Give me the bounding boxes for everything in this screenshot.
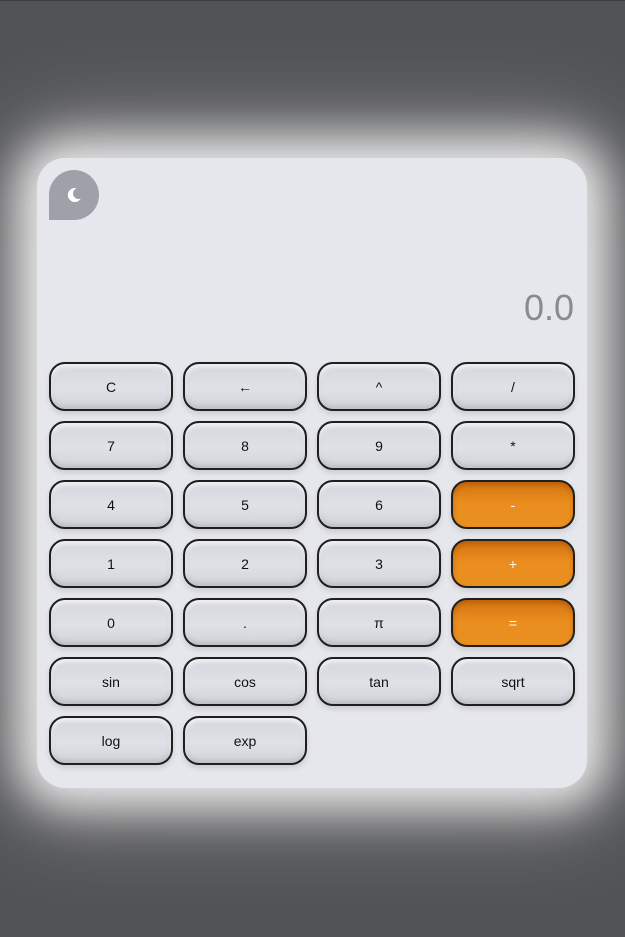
key-label: C — [105, 378, 117, 395]
key-label: - — [510, 496, 516, 513]
key-label: 6 — [375, 496, 383, 513]
sqrt-button[interactable]: sqrt — [451, 657, 575, 706]
digit-8-button[interactable]: 8 — [183, 421, 307, 470]
power-button[interactable]: ^ — [317, 362, 441, 411]
keypad: C ← ^ / 7 8 9 * 4 5 6 - 1 2 3 + 0 . π = … — [49, 362, 575, 765]
key-label: 5 — [241, 496, 249, 513]
result-display: 0.0 — [523, 287, 574, 328]
digit-9-button[interactable]: 9 — [317, 421, 441, 470]
digit-3-button[interactable]: 3 — [317, 539, 441, 588]
key-label: . — [243, 614, 247, 631]
key-label: tan — [369, 673, 389, 690]
digit-2-button[interactable]: 2 — [183, 539, 307, 588]
sin-button[interactable]: sin — [49, 657, 173, 706]
key-label: π — [374, 614, 384, 631]
clear-button[interactable]: C — [49, 362, 173, 411]
key-label: 1 — [107, 555, 115, 572]
log-button[interactable]: log — [49, 716, 173, 765]
moon-icon — [67, 187, 81, 202]
exp-button[interactable]: exp — [183, 716, 307, 765]
add-button[interactable]: + — [451, 539, 575, 588]
key-label: + — [508, 555, 518, 572]
key-label: 3 — [375, 555, 383, 572]
equals-button[interactable]: = — [451, 598, 575, 647]
key-label: sin — [102, 673, 120, 690]
pi-button[interactable]: π — [317, 598, 441, 647]
key-label: / — [511, 378, 515, 395]
key-label: 0 — [107, 614, 115, 631]
multiply-button[interactable]: * — [451, 421, 575, 470]
key-label: 9 — [375, 437, 383, 454]
key-label: cos — [234, 673, 256, 690]
digit-7-button[interactable]: 7 — [49, 421, 173, 470]
key-label: = — [508, 614, 518, 631]
decimal-point-button[interactable]: . — [183, 598, 307, 647]
window-top-border — [0, 0, 625, 1]
key-label: * — [510, 437, 516, 454]
subtract-button[interactable]: - — [451, 480, 575, 529]
tan-button[interactable]: tan — [317, 657, 441, 706]
key-label: ← — [238, 378, 252, 395]
backspace-button[interactable]: ← — [183, 362, 307, 411]
theme-toggle-button[interactable] — [49, 170, 99, 220]
divide-button[interactable]: / — [451, 362, 575, 411]
digit-1-button[interactable]: 1 — [49, 539, 173, 588]
digit-6-button[interactable]: 6 — [317, 480, 441, 529]
digit-0-button[interactable]: 0 — [49, 598, 173, 647]
key-label: 7 — [107, 437, 115, 454]
key-label: exp — [233, 732, 257, 749]
key-label: 8 — [241, 437, 249, 454]
cos-button[interactable]: cos — [183, 657, 307, 706]
key-label: 2 — [241, 555, 249, 572]
key-label: log — [101, 732, 121, 749]
digit-4-button[interactable]: 4 — [49, 480, 173, 529]
digit-5-button[interactable]: 5 — [183, 480, 307, 529]
key-label: ^ — [375, 378, 383, 395]
calculator: 0.0 C ← ^ / 7 8 9 * 4 5 6 - 1 2 3 + 0 . … — [37, 158, 587, 788]
key-label: 4 — [107, 496, 115, 513]
key-label: sqrt — [501, 673, 525, 690]
